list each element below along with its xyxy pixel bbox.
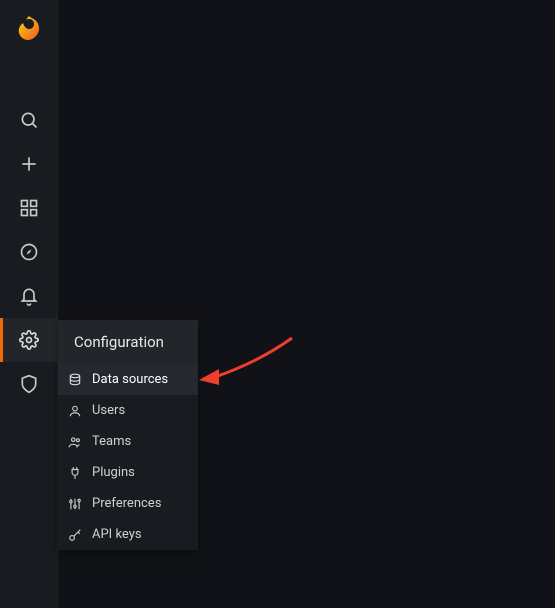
nav-dashboards[interactable]	[0, 186, 58, 230]
grafana-logo[interactable]	[0, 0, 58, 58]
sidebar	[0, 0, 58, 608]
submenu-item-api-keys[interactable]: API keys	[58, 519, 198, 550]
key-icon	[68, 528, 82, 542]
plug-icon	[68, 466, 82, 480]
submenu-item-label: Users	[92, 403, 125, 418]
submenu-item-teams[interactable]: Teams	[58, 426, 198, 457]
configuration-submenu: Configuration Data sources Users Teams	[58, 320, 198, 550]
nav-section	[0, 98, 57, 406]
user-icon	[68, 404, 82, 418]
nav-search[interactable]	[0, 98, 58, 142]
nav-explore[interactable]	[0, 230, 58, 274]
nav-create[interactable]	[0, 142, 58, 186]
alerting-icon	[19, 286, 39, 306]
nav-configuration[interactable]	[0, 318, 58, 362]
submenu-item-data-sources[interactable]: Data sources	[58, 364, 198, 395]
explore-icon	[19, 242, 39, 262]
nav-server-admin[interactable]	[0, 362, 58, 406]
shield-icon	[19, 374, 39, 394]
database-icon	[68, 373, 82, 387]
gear-icon	[19, 330, 39, 350]
nav-alerting[interactable]	[0, 274, 58, 318]
dashboards-icon	[19, 198, 39, 218]
plus-icon	[19, 154, 39, 174]
submenu-item-users[interactable]: Users	[58, 395, 198, 426]
users-icon	[68, 435, 82, 449]
submenu-item-label: Data sources	[92, 372, 168, 387]
submenu-item-label: Preferences	[92, 496, 161, 511]
submenu-item-label: Plugins	[92, 465, 135, 480]
submenu-item-label: API keys	[92, 527, 142, 542]
submenu-item-label: Teams	[92, 434, 131, 449]
submenu-item-plugins[interactable]: Plugins	[58, 457, 198, 488]
search-icon	[19, 110, 39, 130]
submenu-item-preferences[interactable]: Preferences	[58, 488, 198, 519]
sliders-icon	[68, 497, 82, 511]
submenu-title: Configuration	[58, 320, 198, 364]
